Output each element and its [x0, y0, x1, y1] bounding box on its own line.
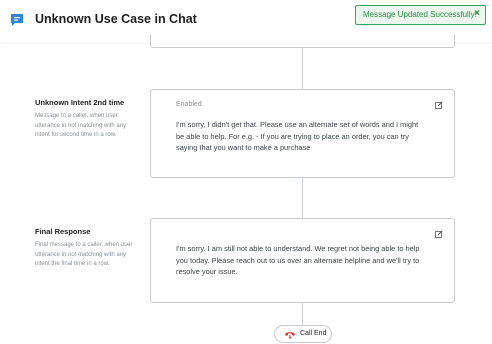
flow-connector: [302, 303, 303, 325]
status-badge: Enabled: [176, 101, 202, 108]
toast-message: Message Updated Successfully!: [363, 10, 477, 19]
section-description: Message to a caller, when user utterance…: [35, 113, 127, 138]
message-card[interactable]: I'm sorry. I am still not able to unders…: [150, 218, 455, 303]
message-card[interactable]: Enabled I'm sorry, I didn't get that. Pl…: [150, 89, 455, 178]
edit-icon[interactable]: [435, 101, 443, 109]
section-title: Final Response: [35, 227, 91, 236]
message-text: I'm sorry. I am still not able to unders…: [176, 244, 420, 276]
message-text: I'm sorry, I didn't get that. Please use…: [176, 120, 419, 152]
success-toast: Message Updated Successfully! ×: [355, 5, 486, 25]
page-title: Unknown Use Case in Chat: [35, 12, 197, 26]
chat-bubble-icon: [11, 14, 23, 26]
edit-icon[interactable]: [435, 230, 443, 238]
close-icon[interactable]: ×: [474, 8, 480, 19]
flow-connector: [302, 48, 303, 89]
phone-hangup-icon: [285, 332, 295, 339]
call-end-label: Call End: [300, 330, 327, 337]
section-description: Final message to a caller, when user utt…: [35, 242, 133, 267]
section-title: Unknown Intent 2nd time: [35, 98, 125, 107]
previous-message-card[interactable]: [150, 34, 455, 48]
call-end-button[interactable]: Call End: [274, 325, 332, 343]
flow-connector: [302, 178, 303, 218]
